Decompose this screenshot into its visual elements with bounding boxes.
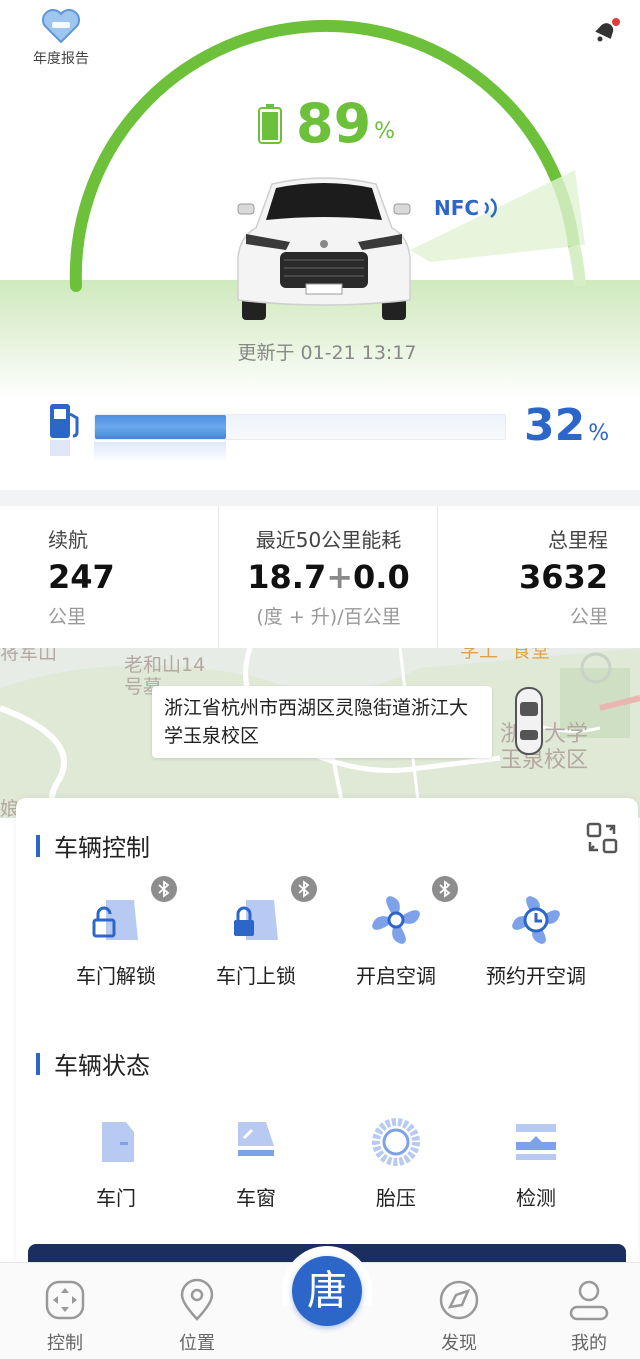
mileage-value: 3632 <box>518 558 608 596</box>
hero-section: 年度报告 89 % NFC 更新于 01-21 13:17 32 % <box>0 0 640 490</box>
nav-discover-label: 发现 <box>441 1333 477 1354</box>
section-accent-bar <box>36 1052 40 1075</box>
range-title: 续航 <box>48 528 88 552</box>
control-panel: 车辆控制 车门解锁 车门上锁 开启空调 预约开空调 车辆状态 车门 车窗 胎压 … <box>16 798 638 1268</box>
map-label: 将军山 <box>0 648 58 664</box>
energy-plus-sign: + <box>326 558 354 596</box>
window-status-label: 车窗 <box>236 1186 276 1210</box>
annual-report-label: 年度报告 <box>33 51 89 67</box>
range-value: 247 <box>48 558 115 596</box>
fan-icon <box>372 896 420 944</box>
vehicle-status-title: 车辆状态 <box>54 1052 150 1080</box>
window-icon <box>238 1122 274 1156</box>
fuel-pump-icon <box>50 404 79 456</box>
tire-pressure-label: 胎压 <box>376 1186 416 1210</box>
nav-profile-label: 我的 <box>571 1333 607 1354</box>
bluetooth-icon <box>291 876 317 902</box>
nfc-indicator[interactable]: NFC <box>434 196 500 220</box>
energy-unit: (度 + 升)/百公里 <box>256 606 401 628</box>
energy-stat: 最近50公里能耗 18.7+0.0 (度 + 升)/百公里 <box>218 506 437 648</box>
door-lock-icon <box>234 900 278 940</box>
vehicle-control-title: 车辆控制 <box>54 834 150 862</box>
location-map[interactable]: 将军山 老和山14 号墓 学工 食堂 浙江大学 玉泉校区 娘 浙江省杭州市西湖区… <box>0 648 640 818</box>
nav-control-label: 控制 <box>47 1333 83 1354</box>
door-unlock-label: 车门解锁 <box>76 964 156 988</box>
schedule-ac-button[interactable]: 预约开空调 <box>476 890 596 990</box>
schedule-ac-label: 预约开空调 <box>486 964 586 988</box>
discover-icon <box>439 1280 479 1320</box>
bluetooth-icon <box>432 876 458 902</box>
battery-icon <box>258 104 282 144</box>
door-status-button[interactable]: 车门 <box>56 1112 176 1212</box>
car-image <box>237 177 411 320</box>
range-stat: 续航 247 公里 <box>0 506 218 648</box>
tire-pressure-button[interactable]: 胎压 <box>336 1112 456 1212</box>
nav-vehicle-home-button[interactable]: 唐 <box>292 1256 362 1326</box>
mileage-unit: 公里 <box>569 606 608 628</box>
fuel-percent: 32 <box>524 400 586 451</box>
energy-value: 18.7+0.0 <box>219 558 438 596</box>
fuel-level: 32 % <box>524 398 609 454</box>
range-unit: 公里 <box>48 606 87 628</box>
diagnostics-button[interactable]: 检测 <box>476 1112 596 1212</box>
control-icon <box>45 1280 85 1320</box>
heart-report-icon <box>42 9 80 44</box>
map-label: 老和山14 <box>124 654 206 676</box>
update-time: 更新于 01-21 13:17 <box>237 342 417 364</box>
door-unlock-icon <box>92 900 138 940</box>
energy-electric-value: 18.7 <box>247 558 327 596</box>
map-label: 学工 <box>460 648 499 662</box>
car-location-marker-icon <box>515 687 543 755</box>
nfc-waves-icon <box>484 197 497 219</box>
window-status-button[interactable]: 车窗 <box>196 1112 316 1212</box>
scan-swap-icon <box>586 822 618 854</box>
annual-report-button[interactable]: 年度报告 <box>28 8 94 72</box>
section-accent-bar <box>36 834 40 857</box>
nav-discover[interactable]: 发现 <box>414 1277 504 1355</box>
vehicle-control-heading: 车辆控制 <box>36 828 150 863</box>
stats-row: 续航 247 公里 最近50公里能耗 18.7+0.0 (度 + 升)/百公里 … <box>0 506 640 648</box>
door-status-label: 车门 <box>96 1186 136 1210</box>
energy-title: 最近50公里能耗 <box>255 528 402 552</box>
fan-clock-icon <box>512 896 560 944</box>
door-icon <box>102 1122 134 1162</box>
fuel-level-fill <box>95 415 227 439</box>
notification-bell-button[interactable] <box>590 14 622 46</box>
nav-control[interactable]: 控制 <box>20 1277 110 1355</box>
mileage-title: 总里程 <box>548 528 608 552</box>
diagnostics-label: 检测 <box>516 1186 556 1210</box>
fuel-level-bar <box>94 414 506 440</box>
fuel-bar-reflection <box>94 442 226 462</box>
door-lock-label: 车门上锁 <box>216 964 296 988</box>
nav-location-label: 位置 <box>179 1333 215 1354</box>
diagnostics-icon <box>516 1124 556 1160</box>
map-label: 食堂 <box>512 648 551 662</box>
nav-profile[interactable]: 我的 <box>544 1277 634 1355</box>
door-lock-button[interactable]: 车门上锁 <box>196 890 316 990</box>
vehicle-status-heading: 车辆状态 <box>36 1046 150 1081</box>
bluetooth-icon <box>151 876 177 902</box>
mileage-stat: 总里程 3632 公里 <box>437 506 640 648</box>
battery-percent: 89 <box>296 92 372 155</box>
ac-on-label: 开启空调 <box>356 964 436 988</box>
ac-on-button[interactable]: 开启空调 <box>336 890 456 990</box>
energy-fuel-value: 0.0 <box>353 558 410 596</box>
battery-unit: % <box>374 119 396 144</box>
stats-separator <box>0 490 640 506</box>
profile-icon <box>569 1280 609 1321</box>
door-unlock-button[interactable]: 车门解锁 <box>56 890 176 990</box>
battery-level: 89 % <box>258 92 395 152</box>
bell-icon <box>595 18 620 42</box>
location-icon <box>180 1278 214 1321</box>
nav-location[interactable]: 位置 <box>152 1277 242 1355</box>
nfc-label: NFC <box>434 196 480 220</box>
fuel-unit: % <box>588 421 610 446</box>
tire-icon <box>372 1118 420 1166</box>
address-card[interactable]: 浙江省杭州市西湖区灵隐街道浙江大学玉泉校区 <box>152 686 492 758</box>
scan-button[interactable] <box>584 820 620 856</box>
